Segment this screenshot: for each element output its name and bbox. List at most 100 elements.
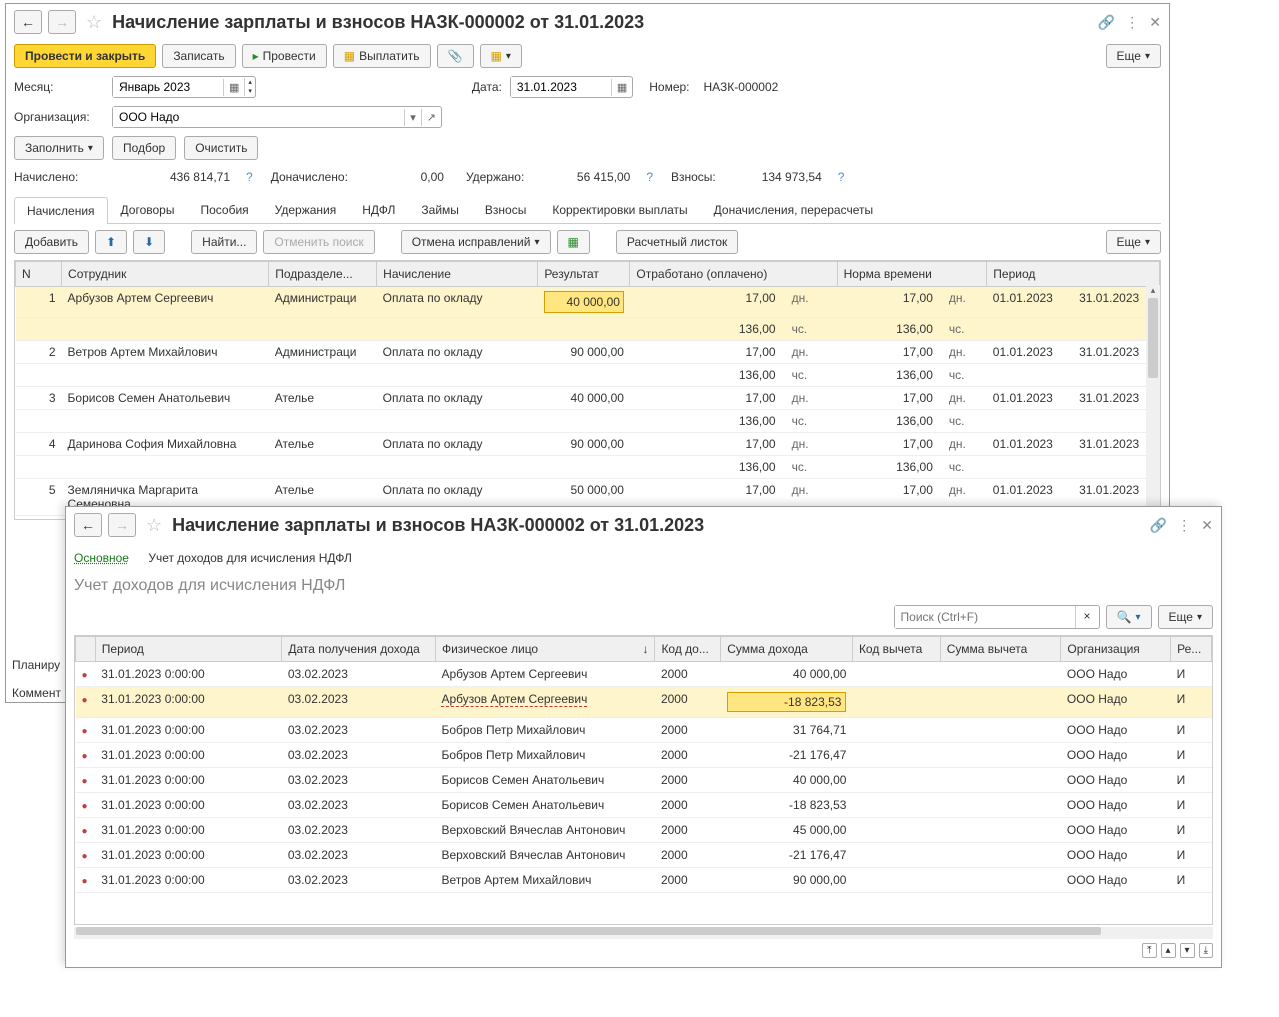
dropdown-icon[interactable]: ▾ <box>404 109 421 126</box>
cancel-fix-button[interactable]: Отмена исправлений <box>401 230 551 254</box>
col-code[interactable]: Код до... <box>655 637 721 662</box>
tab-0[interactable]: Начисления <box>14 197 108 224</box>
close-icon[interactable]: ✕ <box>1201 517 1213 534</box>
calendar-icon[interactable]: ▦ <box>223 79 244 96</box>
tab-7[interactable]: Корректировки выплаты <box>539 196 700 223</box>
table-row[interactable]: 136,00чс. 136,00чс. <box>16 456 1160 479</box>
cancel-search-button[interactable]: Отменить поиск <box>263 230 374 254</box>
report-dropdown-button[interactable]: ▦ <box>480 44 522 68</box>
col-employee[interactable]: Сотрудник <box>62 262 269 287</box>
col-dept[interactable]: Подразделе... <box>269 262 377 287</box>
table-row[interactable]: ●31.01.2023 0:00:0003.02.2023 Бобров Пет… <box>76 743 1212 768</box>
col-period[interactable]: Период <box>95 637 282 662</box>
search-input[interactable]: × <box>894 605 1100 629</box>
table-row[interactable]: 4Даринова София МихайловнаАтельеОплата п… <box>16 433 1160 456</box>
post-button[interactable]: ▸Провести <box>242 44 327 68</box>
kebab-menu-icon[interactable]: ⋮ <box>1177 517 1191 534</box>
month-field[interactable] <box>113 77 223 97</box>
table-row[interactable]: 136,00чс. 136,00чс. <box>16 318 1160 341</box>
payslip-button[interactable]: Расчетный листок <box>616 230 738 254</box>
table-row[interactable]: ●31.01.2023 0:00:0003.02.2023 Бобров Пет… <box>76 718 1212 743</box>
save-button[interactable]: Записать <box>162 44 235 68</box>
pay-button[interactable]: ▦Выплатить <box>333 44 431 68</box>
more-button[interactable]: Еще <box>1106 44 1161 68</box>
favorite-star-icon[interactable]: ☆ <box>86 12 102 33</box>
table-row[interactable]: 136,00чс. 136,00чс. <box>16 410 1160 433</box>
calendar-icon[interactable]: ▦ <box>611 79 632 96</box>
link-icon[interactable]: 🔗 <box>1098 14 1115 31</box>
table-row[interactable]: 1Арбузов Артем СергеевичАдминистрациОпла… <box>16 287 1160 318</box>
fill-button[interactable]: Заполнить <box>14 136 104 160</box>
help-icon[interactable]: ? <box>838 170 845 184</box>
col-accrual[interactable]: Начисление <box>377 262 538 287</box>
link-ndfl[interactable]: Учет доходов для исчисления НДФЛ <box>148 551 352 565</box>
nav-forward-button[interactable]: → <box>108 513 136 537</box>
help-icon[interactable]: ? <box>646 170 653 184</box>
month-spinner[interactable]: ▴▾ <box>244 78 255 96</box>
tab-4[interactable]: НДФЛ <box>349 196 408 223</box>
table-row[interactable]: ●31.01.2023 0:00:0003.02.2023 Арбузов Ар… <box>76 687 1212 718</box>
col-amount[interactable]: Сумма дохода <box>721 637 853 662</box>
col-result[interactable]: Результат <box>538 262 630 287</box>
col-income-date[interactable]: Дата получения дохода <box>282 637 436 662</box>
month-input[interactable]: ▦ ▴▾ <box>112 76 256 98</box>
tab-3[interactable]: Удержания <box>262 196 350 223</box>
col-period[interactable]: Период <box>987 262 1160 287</box>
org-field[interactable] <box>113 107 404 127</box>
more-button[interactable]: Еще <box>1106 230 1161 254</box>
favorite-star-icon[interactable]: ☆ <box>146 515 162 536</box>
date-input[interactable]: ▦ <box>510 76 633 98</box>
col-norm[interactable]: Норма времени <box>837 262 987 287</box>
nav-back-button[interactable]: ← <box>14 10 42 34</box>
move-down-button[interactable]: ⬇ <box>133 230 165 254</box>
vertical-scrollbar[interactable]: ▴ <box>1146 285 1160 519</box>
table-row[interactable]: ●31.01.2023 0:00:0003.02.2023 Арбузов Ар… <box>76 662 1212 687</box>
add-button[interactable]: Добавить <box>14 230 89 254</box>
kebab-menu-icon[interactable]: ⋮ <box>1125 14 1139 31</box>
date-field[interactable] <box>511 77 611 97</box>
tab-1[interactable]: Договоры <box>108 196 188 223</box>
find-button[interactable]: Найти... <box>191 230 257 254</box>
post-and-close-button[interactable]: Провести и закрыть <box>14 44 156 68</box>
col-ded-code[interactable]: Код вычета <box>852 637 940 662</box>
close-icon[interactable]: ✕ <box>1149 14 1161 31</box>
col-reg[interactable]: Ре... <box>1171 637 1212 662</box>
table-row[interactable]: ●31.01.2023 0:00:0003.02.2023 Борисов Се… <box>76 768 1212 793</box>
table-row[interactable]: 2Ветров Артем МихайловичАдминистрациОпла… <box>16 341 1160 364</box>
clear-search-icon[interactable]: × <box>1075 606 1099 628</box>
nav-back-button[interactable]: ← <box>74 513 102 537</box>
table-row[interactable]: ●31.01.2023 0:00:0003.02.2023 Ветров Арт… <box>76 868 1212 893</box>
col-n[interactable]: N <box>16 262 62 287</box>
more-button[interactable]: Еще <box>1158 605 1213 629</box>
tab-8[interactable]: Доначисления, перерасчеты <box>701 196 886 223</box>
link-icon[interactable]: 🔗 <box>1150 517 1167 534</box>
tab-2[interactable]: Пособия <box>187 196 261 223</box>
table-row[interactable]: ●31.01.2023 0:00:0003.02.2023 Борисов Се… <box>76 793 1212 818</box>
pick-button[interactable]: Подбор <box>112 136 176 160</box>
col-worked[interactable]: Отработано (оплачено) <box>630 262 837 287</box>
goto-down-icon[interactable]: ▾ <box>1180 943 1195 958</box>
move-up-button[interactable]: ⬆ <box>95 230 127 254</box>
goto-first-icon[interactable]: ⤒ <box>1142 943 1156 958</box>
col-person[interactable]: Физическое лицо ↓ <box>435 637 654 662</box>
layout-button[interactable]: ▦ <box>557 230 590 254</box>
open-icon[interactable]: ↗ <box>421 109 441 126</box>
search-field[interactable] <box>895 606 1075 628</box>
goto-up-icon[interactable]: ▴ <box>1161 943 1176 958</box>
table-row[interactable]: 3Борисов Семен АнатольевичАтельеОплата п… <box>16 387 1160 410</box>
search-options-button[interactable]: 🔍 <box>1106 605 1152 629</box>
table-row[interactable]: 136,00чс. 136,00чс. <box>16 364 1160 387</box>
clear-button[interactable]: Очистить <box>184 136 258 160</box>
org-input[interactable]: ▾ ↗ <box>112 106 442 128</box>
nav-forward-button[interactable]: → <box>48 10 76 34</box>
link-main[interactable]: Основное <box>74 551 129 565</box>
attach-button[interactable]: 📎 <box>437 44 474 68</box>
goto-last-icon[interactable]: ⤓ <box>1199 943 1213 958</box>
tab-6[interactable]: Взносы <box>472 196 539 223</box>
col-ded-amount[interactable]: Сумма вычета <box>940 637 1061 662</box>
tab-5[interactable]: Займы <box>408 196 472 223</box>
horizontal-scrollbar[interactable] <box>74 927 1213 939</box>
table-row[interactable]: ●31.01.2023 0:00:0003.02.2023 Верховский… <box>76 843 1212 868</box>
help-icon[interactable]: ? <box>246 170 253 184</box>
table-row[interactable]: ●31.01.2023 0:00:0003.02.2023 Верховский… <box>76 818 1212 843</box>
